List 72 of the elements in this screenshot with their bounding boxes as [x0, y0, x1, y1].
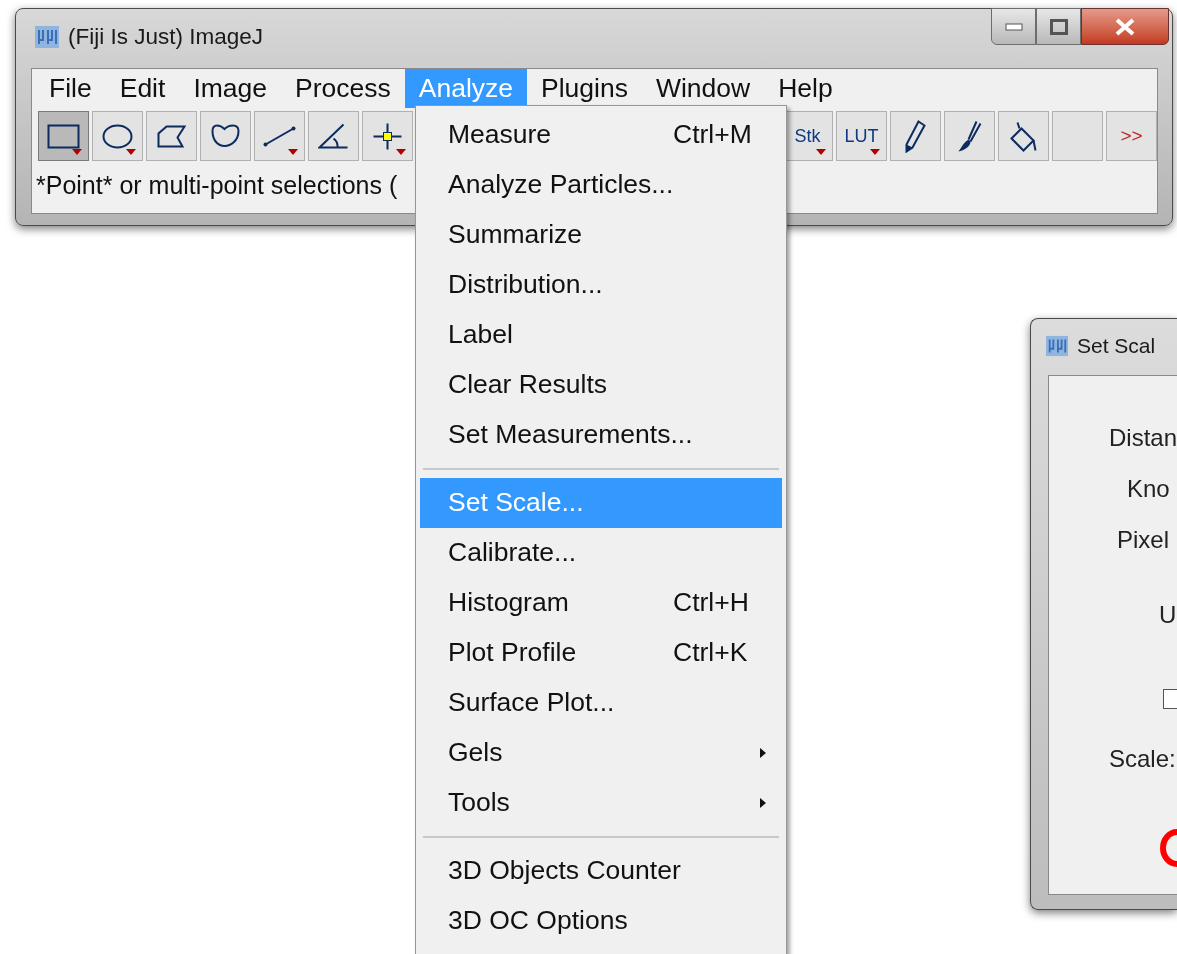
- dropdown-triangle-icon: [870, 149, 880, 155]
- dialog-title: Set Scal: [1077, 333, 1156, 360]
- menu-item[interactable]: File: [35, 69, 106, 108]
- menu-item[interactable]: Image: [179, 69, 282, 108]
- maximize-button[interactable]: [1036, 8, 1081, 45]
- menu-item[interactable]: Surface Plot...: [420, 678, 782, 728]
- shortcut-text: Ctrl+H: [673, 586, 749, 620]
- menu-item[interactable]: Distribution...: [420, 260, 782, 310]
- shortcut-text: Ctrl+K: [673, 636, 748, 670]
- tool-button[interactable]: [890, 111, 941, 161]
- menu-item[interactable]: Summarize: [420, 210, 782, 260]
- tool-button[interactable]: [998, 111, 1049, 161]
- tool-button[interactable]: LUT: [836, 111, 887, 161]
- pencil-icon: [905, 119, 926, 153]
- dropdown-triangle-icon: [126, 149, 136, 155]
- menu-item[interactable]: Set Measurements...: [420, 410, 782, 460]
- field-label: Pixel: [1117, 524, 1170, 555]
- menu-item[interactable]: Help: [764, 69, 847, 108]
- rectangle-icon: [47, 123, 80, 149]
- menu-item[interactable]: 3D OC Options: [420, 896, 782, 946]
- freehand-icon: [211, 124, 240, 148]
- menu-item[interactable]: Process: [281, 69, 405, 108]
- menu-item[interactable]: Window: [641, 69, 765, 108]
- dropdown-triangle-icon: [816, 149, 826, 155]
- submenu-arrow-icon: [760, 748, 766, 758]
- menu-item[interactable]: Gels: [420, 728, 782, 778]
- dropdown-triangle-icon: [72, 149, 82, 155]
- crosshair-icon: [372, 121, 403, 151]
- menu-item[interactable]: Plot Profile Ctrl+K: [420, 628, 782, 678]
- menu-item[interactable]: Measure Ctrl+M: [420, 110, 782, 160]
- tool-button[interactable]: [308, 111, 359, 161]
- window-title: (Fiji Is Just) ImageJ: [68, 23, 264, 52]
- close-icon: [1114, 17, 1136, 36]
- menu-item[interactable]: 3D Objects Counter: [420, 846, 782, 896]
- brush-icon: [957, 119, 982, 153]
- dropdown-triangle-icon: [396, 149, 406, 155]
- maximize-icon: [1049, 18, 1068, 35]
- tool-button[interactable]: [92, 111, 143, 161]
- menu-item[interactable]: Calibrate...: [420, 528, 782, 578]
- dropdown-triangle-icon: [288, 149, 298, 155]
- tool-button[interactable]: [254, 111, 305, 161]
- app-icon: [1045, 335, 1069, 357]
- menu-item[interactable]: Tools: [420, 778, 782, 828]
- status-text: *Point* or multi-point selections (: [36, 170, 398, 202]
- tool-button[interactable]: >>: [1106, 111, 1157, 161]
- menu-item[interactable]: Label: [420, 310, 782, 360]
- field-label: Scale:: [1109, 743, 1176, 774]
- minimize-icon: [1004, 22, 1023, 31]
- tool-button[interactable]: [38, 111, 89, 161]
- close-button[interactable]: [1081, 8, 1169, 45]
- oval-icon: [102, 123, 133, 149]
- menu-item[interactable]: Plugins: [527, 69, 642, 108]
- tool-button[interactable]: [944, 111, 995, 161]
- submenu-arrow-icon: [760, 798, 766, 808]
- minimize-button[interactable]: [991, 8, 1036, 45]
- menu-item[interactable]: Clear Results: [420, 360, 782, 410]
- field-label: Kno: [1127, 473, 1170, 504]
- field-label: Distan: [1109, 422, 1177, 453]
- menu-item[interactable]: Analyze Particles...: [420, 160, 782, 210]
- tool-button[interactable]: [200, 111, 251, 161]
- menu-item[interactable]: Histogram Ctrl+H: [420, 578, 782, 628]
- polygon-icon: [157, 124, 186, 148]
- tool-button[interactable]: [146, 111, 197, 161]
- checkbox[interactable]: [1163, 689, 1177, 709]
- paint-bucket-icon: [1010, 120, 1037, 152]
- shortcut-text: Ctrl+M: [673, 118, 752, 152]
- angle-icon: [318, 123, 349, 149]
- line-icon: [262, 124, 297, 148]
- tool-button[interactable]: [362, 111, 413, 161]
- field-label: U: [1159, 600, 1177, 630]
- app-icon: [34, 25, 60, 49]
- menu-item[interactable]: Edit: [105, 69, 180, 108]
